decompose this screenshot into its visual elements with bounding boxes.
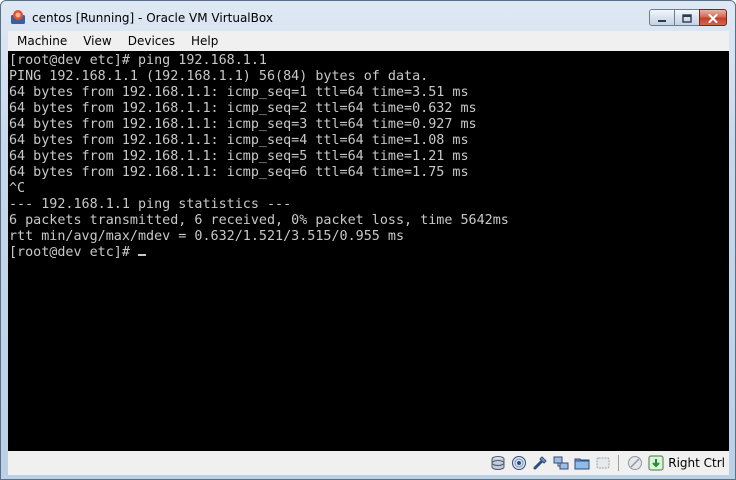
menu-view[interactable]: View — [74, 31, 118, 51]
console-line: ^C — [9, 181, 26, 196]
host-key-icon[interactable] — [647, 454, 665, 472]
menu-machine[interactable]: Machine — [8, 31, 74, 51]
console-prompt: [root@dev etc]# — [9, 245, 138, 260]
virtualbox-app-icon[interactable] — [10, 9, 26, 25]
virtualbox-window: centos [Running] - Oracle VM VirtualBox … — [0, 0, 736, 480]
hard-disk-icon[interactable] — [489, 454, 507, 472]
console-line: [root@dev etc]# ping 192.168.1.1 — [9, 53, 267, 68]
minimize-icon — [657, 8, 667, 27]
console-line: 64 bytes from 192.168.1.1: icmp_seq=2 tt… — [9, 101, 477, 116]
console-line: 64 bytes from 192.168.1.1: icmp_seq=6 tt… — [9, 165, 469, 180]
minimize-button[interactable] — [649, 9, 675, 26]
status-indicators: Right Ctrl — [486, 454, 725, 472]
status-separator — [618, 455, 620, 471]
console-line: 64 bytes from 192.168.1.1: icmp_seq=5 tt… — [9, 149, 469, 164]
console-line: 64 bytes from 192.168.1.1: icmp_seq=3 tt… — [9, 117, 477, 132]
video-capture-icon[interactable] — [594, 454, 612, 472]
usb-icon[interactable] — [531, 454, 549, 472]
vm-console-screen[interactable]: [root@dev etc]# ping 192.168.1.1 PING 19… — [8, 51, 729, 451]
window-title: centos [Running] - Oracle VM VirtualBox — [32, 11, 273, 25]
network-icon[interactable] — [552, 454, 570, 472]
optical-drive-icon[interactable] — [510, 454, 528, 472]
shared-folders-icon[interactable] — [573, 454, 591, 472]
console-line: PING 192.168.1.1 (192.168.1.1) 56(84) by… — [9, 69, 429, 84]
mouse-integration-icon[interactable] — [626, 454, 644, 472]
caption-buttons — [649, 9, 727, 28]
console-line: 64 bytes from 192.168.1.1: icmp_seq=4 tt… — [9, 133, 469, 148]
close-button[interactable] — [699, 9, 727, 26]
title-bar[interactable]: centos [Running] - Oracle VM VirtualBox — [1, 1, 735, 31]
maximize-icon — [682, 8, 692, 27]
menu-help[interactable]: Help — [182, 31, 225, 51]
menu-devices[interactable]: Devices — [119, 31, 182, 51]
console-line: --- 192.168.1.1 ping statistics --- — [9, 197, 292, 212]
close-icon — [708, 8, 718, 27]
console-line: rtt min/avg/max/mdev = 0.632/1.521/3.515… — [9, 229, 405, 244]
text-cursor — [138, 254, 146, 256]
console-line: 64 bytes from 192.168.1.1: icmp_seq=1 tt… — [9, 85, 469, 100]
console-output: [root@dev etc]# ping 192.168.1.1 PING 19… — [8, 51, 729, 261]
host-key-label: Right Ctrl — [668, 456, 725, 470]
status-bar: Right Ctrl — [8, 451, 729, 475]
console-line: 6 packets transmitted, 6 received, 0% pa… — [9, 213, 509, 228]
menu-bar: Machine View Devices Help — [8, 31, 729, 51]
maximize-button[interactable] — [674, 9, 700, 26]
